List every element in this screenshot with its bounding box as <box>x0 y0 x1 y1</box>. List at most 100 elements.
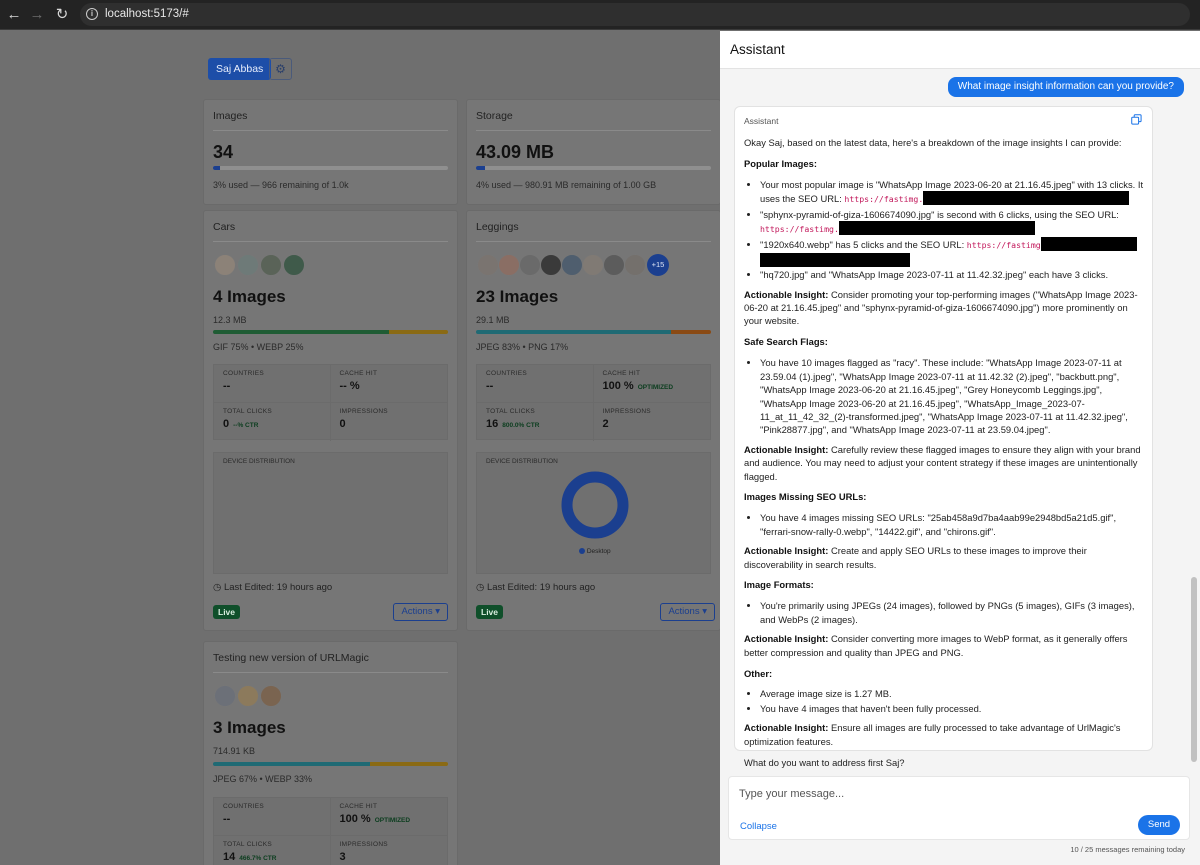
stat-value: 0 --% CTR <box>223 418 258 430</box>
site-info-icon[interactable]: i <box>86 8 98 20</box>
group-card-cars[interactable]: Cars 4 Images 12.3 MB GIF 75% • WEBP 25%… <box>203 210 458 631</box>
redaction-block <box>1040 237 1137 252</box>
messages-remaining: 10 / 25 messages remaining today <box>1070 845 1185 854</box>
image-thumbnail[interactable] <box>260 685 282 707</box>
chat-scrollbar[interactable] <box>1191 577 1197 762</box>
format-segment-gif <box>213 330 390 334</box>
images-usage-card: Images 34 3% used — 966 remaining of 1.0… <box>203 99 458 205</box>
legend-swatch-desktop <box>579 548 585 554</box>
settings-gear-icon[interactable]: ⚙ <box>269 58 292 80</box>
group-title: Testing new version of URLMagic <box>213 652 369 664</box>
url-text[interactable]: localhost:5173/# <box>105 8 189 20</box>
format-segment-jpeg <box>476 330 672 334</box>
list-item: "sphynx-pyramid-of-giza-1606674090.jpg" … <box>760 208 1148 237</box>
device-distribution: DEVICE DISTRIBUTION <box>213 452 448 574</box>
image-thumbnail[interactable] <box>477 254 499 276</box>
stat-cache-hit: CACHE HIT 100 % OPTIMIZED <box>593 365 710 403</box>
section-heading: Popular Images: <box>744 157 817 169</box>
format-segment-png <box>671 330 711 334</box>
stat-total-clicks: TOTAL CLICKS 14 466.7% CTR <box>214 836 331 865</box>
stat-label: COUNTRIES <box>223 803 264 810</box>
address-bar[interactable]: i localhost:5173/# <box>80 3 1190 26</box>
insight-paragraph: Actionable Insight: Create and apply SEO… <box>744 544 1148 571</box>
ctr-badge: --% CTR <box>233 422 259 429</box>
stat-value: -- % <box>340 380 360 392</box>
insight-paragraph: Actionable Insight: Consider promoting y… <box>744 288 1148 328</box>
list-item: "hq720.jpg" and "WhatsApp Image 2023-07-… <box>760 268 1148 281</box>
insight-paragraph: Actionable Insight: Ensure all images ar… <box>744 721 1148 748</box>
image-thumbnail[interactable] <box>214 254 236 276</box>
dashboard: Saj Abbas ⚙ Images 34 3% used — 966 rema… <box>0 31 721 865</box>
image-thumbnail[interactable] <box>540 254 562 276</box>
storage-usage-bar <box>476 166 711 170</box>
image-thumbnail[interactable] <box>283 254 305 276</box>
device-distribution-label: DEVICE DISTRIBUTION <box>486 458 558 465</box>
user-button[interactable]: Saj Abbas <box>208 58 272 80</box>
device-donut-chart <box>561 471 629 539</box>
stat-label: IMPRESSIONS <box>602 408 651 415</box>
chat-history[interactable]: What image insight information can you p… <box>720 69 1200 772</box>
forward-icon[interactable]: → <box>27 5 47 25</box>
image-thumbnail[interactable] <box>561 254 583 276</box>
collapse-link[interactable]: Collapse <box>740 821 777 832</box>
send-button[interactable]: Send <box>1138 815 1180 835</box>
image-count: 4 Images <box>213 287 286 306</box>
section-heading: Image Formats: <box>744 579 814 591</box>
image-thumbnail[interactable] <box>603 254 625 276</box>
format-segment-webp <box>389 330 448 334</box>
message-input[interactable] <box>729 783 1129 805</box>
actions-dropdown[interactable]: Actions ▾ <box>660 603 715 621</box>
clicks-value: 0 <box>223 418 230 430</box>
image-thumbnail[interactable] <box>519 254 541 276</box>
stat-value: -- <box>486 380 494 392</box>
stat-label: COUNTRIES <box>486 370 527 377</box>
more-thumbnails-badge[interactable]: +15 <box>647 254 669 276</box>
stat-cache-hit: CACHE HIT 100 % OPTIMIZED <box>330 798 447 836</box>
optimized-badge: OPTIMIZED <box>637 384 674 391</box>
image-thumbnail[interactable] <box>237 685 259 707</box>
storage-usage-fill <box>476 166 486 170</box>
storage-used: 43.09 MB <box>476 142 555 162</box>
stat-total-clicks: TOTAL CLICKS 0 --% CTR <box>214 403 331 441</box>
storage-usage-card: Storage 43.09 MB 4% used — 980.91 MB rem… <box>466 99 721 205</box>
reply-intro: Okay Saj, based on the latest data, here… <box>744 137 1122 148</box>
assistant-message: Assistant Okay Saj, based on the latest … <box>734 106 1153 768</box>
format-breakdown: JPEG 67% • WEBP 33% <box>213 774 313 784</box>
device-distribution-label: DEVICE DISTRIBUTION <box>223 458 295 465</box>
seo-url: https://fastimg. <box>760 224 839 235</box>
cache-value: 100 % <box>339 813 371 825</box>
copy-icon[interactable] <box>1131 114 1142 125</box>
group-card-testing[interactable]: Testing new version of URLMagic 3 Images… <box>203 641 458 865</box>
list-item: Your most popular image is "WhatsApp Ima… <box>760 178 1148 207</box>
donut-slice-desktop <box>561 471 629 539</box>
stat-countries: COUNTRIES -- <box>214 798 331 836</box>
section-heading: Other: <box>744 667 773 679</box>
reload-icon[interactable]: ↻ <box>52 5 72 25</box>
optimized-badge: OPTIMIZED <box>374 817 411 824</box>
image-thumbnail[interactable] <box>237 254 259 276</box>
actions-dropdown[interactable]: Actions ▾ <box>393 603 448 621</box>
clicks-value: 14 <box>223 851 236 863</box>
stat-value: 100 % OPTIMIZED <box>340 813 411 825</box>
divider <box>213 130 448 131</box>
group-card-leggings[interactable]: Leggings +15 23 Images 29.1 MB JPEG 83% … <box>466 210 721 631</box>
group-title: Cars <box>213 221 236 233</box>
card-title: Images <box>213 110 248 122</box>
divider <box>476 241 711 242</box>
list-item: You're primarily using JPEGs (24 images)… <box>760 599 1148 626</box>
list-item-text: "sphynx-pyramid-of-giza-1606674090.jpg" … <box>760 208 1119 220</box>
image-thumbnails <box>214 685 283 707</box>
user-message-bubble: What image insight information can you p… <box>947 77 1184 97</box>
back-icon[interactable]: ← <box>4 5 24 25</box>
format-bar <box>476 330 711 334</box>
image-thumbnail[interactable] <box>214 685 236 707</box>
image-thumbnail[interactable] <box>260 254 282 276</box>
stat-label: CACHE HIT <box>602 370 641 377</box>
list-item: You have 4 images missing SEO URLs: "25a… <box>760 511 1148 538</box>
image-thumbnail[interactable] <box>624 254 646 276</box>
image-thumbnail[interactable] <box>582 254 604 276</box>
stat-label: CACHE HIT <box>339 370 378 377</box>
image-thumbnail[interactable] <box>498 254 520 276</box>
assistant-title: Assistant <box>730 42 785 57</box>
seo-url: https://fastimg <box>966 240 1041 251</box>
